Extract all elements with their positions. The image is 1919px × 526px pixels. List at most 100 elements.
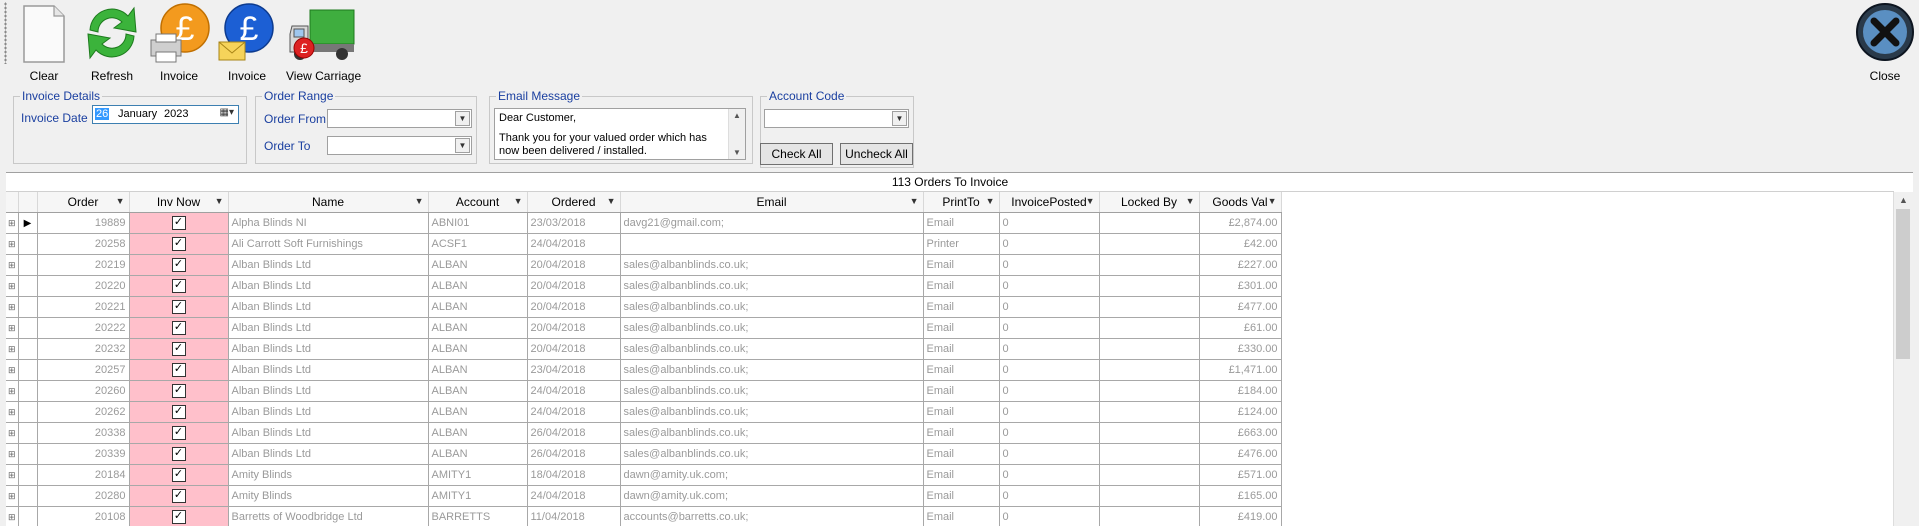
cell-invoice-posted[interactable]: 0: [999, 339, 1099, 360]
calendar-dropdown-icon[interactable]: ▦▾: [220, 107, 234, 118]
expand-row-icon[interactable]: ⊞: [6, 381, 18, 402]
cell-printto[interactable]: Email: [923, 381, 999, 402]
clear-button[interactable]: Clear: [14, 2, 74, 82]
check-all-button[interactable]: Check All: [760, 143, 833, 165]
cell-ordered[interactable]: 20/04/2018: [527, 297, 620, 318]
cell-locked-by[interactable]: [1099, 339, 1199, 360]
cell-ordered[interactable]: 24/04/2018: [527, 381, 620, 402]
row-selector[interactable]: [18, 339, 37, 360]
cell-order[interactable]: 20219: [37, 255, 129, 276]
cell-name[interactable]: Alban Blinds Ltd: [228, 360, 428, 381]
chevron-down-icon[interactable]: ▼: [455, 138, 470, 153]
cell-printto[interactable]: Email: [923, 444, 999, 465]
orders-grid[interactable]: 113 Orders To Invoice Order▼ Inv Now▼ Na…: [6, 172, 1913, 526]
cell-account[interactable]: ALBAN: [428, 381, 527, 402]
cell-invoice-posted[interactable]: 0: [999, 465, 1099, 486]
email-scrollbar[interactable]: ▲ ▼: [728, 109, 745, 159]
cell-order[interactable]: 20260: [37, 381, 129, 402]
row-selector[interactable]: [18, 381, 37, 402]
cell-account[interactable]: ALBAN: [428, 297, 527, 318]
expand-row-icon[interactable]: ⊞: [6, 213, 18, 234]
expand-row-icon[interactable]: ⊞: [6, 234, 18, 255]
filter-icon[interactable]: ▼: [1268, 196, 1277, 206]
cell-goods-val[interactable]: £477.00: [1199, 297, 1281, 318]
cell-locked-by[interactable]: [1099, 507, 1199, 526]
cell-order[interactable]: 20222: [37, 318, 129, 339]
cell-name[interactable]: Alban Blinds Ltd: [228, 444, 428, 465]
cell-account[interactable]: ACSF1: [428, 234, 527, 255]
cell-name[interactable]: Alban Blinds Ltd: [228, 318, 428, 339]
email-message-textarea[interactable]: Dear Customer, Thank you for your valued…: [494, 108, 746, 160]
cell-email[interactable]: sales@albanblinds.co.uk;: [620, 255, 923, 276]
cell-account[interactable]: ALBAN: [428, 360, 527, 381]
cell-account[interactable]: ABNI01: [428, 213, 527, 234]
toolbar-grip[interactable]: [4, 2, 7, 64]
cell-locked-by[interactable]: [1099, 234, 1199, 255]
filter-icon[interactable]: ▼: [1186, 196, 1195, 206]
inv-now-checkbox[interactable]: ✓: [172, 258, 186, 272]
inv-now-checkbox[interactable]: ✓: [172, 237, 186, 251]
view-carriage-button[interactable]: £ View Carriage: [286, 2, 358, 82]
inv-now-checkbox[interactable]: ✓: [172, 468, 186, 482]
cell-goods-val[interactable]: £165.00: [1199, 486, 1281, 507]
cell-inv-now[interactable]: ✓: [129, 360, 228, 381]
invoice-date-picker[interactable]: 26 January 2023 ▦▾: [92, 105, 239, 124]
cell-ordered[interactable]: 26/04/2018: [527, 444, 620, 465]
cell-locked-by[interactable]: [1099, 255, 1199, 276]
filter-icon[interactable]: ▼: [415, 196, 424, 206]
cell-account[interactable]: ALBAN: [428, 255, 527, 276]
cell-ordered[interactable]: 24/04/2018: [527, 234, 620, 255]
inv-now-checkbox[interactable]: ✓: [172, 321, 186, 335]
expand-row-icon[interactable]: ⊞: [6, 423, 18, 444]
row-selector[interactable]: [18, 318, 37, 339]
expand-row-icon[interactable]: ⊞: [6, 507, 18, 526]
cell-invoice-posted[interactable]: 0: [999, 360, 1099, 381]
cell-order[interactable]: 20257: [37, 360, 129, 381]
cell-locked-by[interactable]: [1099, 213, 1199, 234]
inv-now-checkbox[interactable]: ✓: [172, 384, 186, 398]
cell-account[interactable]: ALBAN: [428, 423, 527, 444]
cell-goods-val[interactable]: £419.00: [1199, 507, 1281, 526]
cell-order[interactable]: 20221: [37, 297, 129, 318]
expand-row-icon[interactable]: ⊞: [6, 297, 18, 318]
scroll-thumb[interactable]: [1896, 209, 1910, 359]
col-email[interactable]: Email▼: [620, 192, 923, 213]
cell-printto[interactable]: Printer: [923, 234, 999, 255]
cell-inv-now[interactable]: ✓: [129, 339, 228, 360]
row-selector[interactable]: [18, 444, 37, 465]
table-row[interactable]: ⊞20260✓Alban Blinds LtdALBAN24/04/2018sa…: [6, 381, 1281, 402]
cell-ordered[interactable]: 20/04/2018: [527, 276, 620, 297]
invoice-email-button[interactable]: £ Invoice: [216, 2, 278, 82]
cell-email[interactable]: sales@albanblinds.co.uk;: [620, 444, 923, 465]
cell-order[interactable]: 20262: [37, 402, 129, 423]
cell-inv-now[interactable]: ✓: [129, 234, 228, 255]
inv-now-checkbox[interactable]: ✓: [172, 342, 186, 356]
cell-locked-by[interactable]: [1099, 444, 1199, 465]
cell-email[interactable]: sales@albanblinds.co.uk;: [620, 402, 923, 423]
cell-ordered[interactable]: 11/04/2018: [527, 507, 620, 526]
cell-printto[interactable]: Email: [923, 507, 999, 526]
inv-now-checkbox[interactable]: ✓: [172, 363, 186, 377]
expand-row-icon[interactable]: ⊞: [6, 276, 18, 297]
col-invoice-posted[interactable]: InvoicePosted▼: [999, 192, 1099, 213]
cell-email[interactable]: sales@albanblinds.co.uk;: [620, 297, 923, 318]
cell-locked-by[interactable]: [1099, 276, 1199, 297]
cell-ordered[interactable]: 26/04/2018: [527, 423, 620, 444]
table-row[interactable]: ⊞20232✓Alban Blinds LtdALBAN20/04/2018sa…: [6, 339, 1281, 360]
cell-printto[interactable]: Email: [923, 423, 999, 444]
row-selector[interactable]: [18, 465, 37, 486]
account-code-select[interactable]: ▼: [764, 109, 909, 128]
cell-name[interactable]: Amity Blinds: [228, 465, 428, 486]
inv-now-checkbox[interactable]: ✓: [172, 300, 186, 314]
table-row[interactable]: ⊞20338✓Alban Blinds LtdALBAN26/04/2018sa…: [6, 423, 1281, 444]
cell-printto[interactable]: Email: [923, 465, 999, 486]
row-selector[interactable]: [18, 360, 37, 381]
cell-invoice-posted[interactable]: 0: [999, 297, 1099, 318]
row-selector[interactable]: [18, 255, 37, 276]
cell-ordered[interactable]: 23/04/2018: [527, 360, 620, 381]
cell-inv-now[interactable]: ✓: [129, 213, 228, 234]
filter-icon[interactable]: ▼: [514, 196, 523, 206]
cell-inv-now[interactable]: ✓: [129, 507, 228, 526]
cell-name[interactable]: Alban Blinds Ltd: [228, 255, 428, 276]
cell-goods-val[interactable]: £476.00: [1199, 444, 1281, 465]
